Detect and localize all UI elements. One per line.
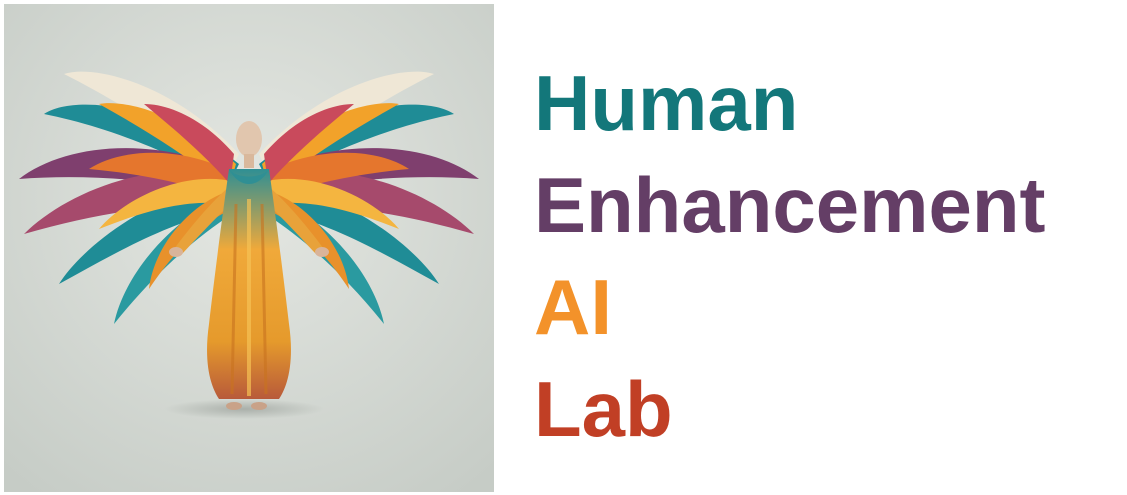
lab-wordmark: Human Enhancement AI Lab: [534, 52, 1045, 460]
wordmark-word-ai: AI: [534, 263, 612, 351]
winged-figure-artwork: [4, 4, 494, 492]
wordmark-word-enhancement: Enhancement: [534, 161, 1046, 249]
wordmark-word-lab: Lab: [534, 365, 673, 453]
wordmark-word-human: Human: [534, 59, 799, 147]
